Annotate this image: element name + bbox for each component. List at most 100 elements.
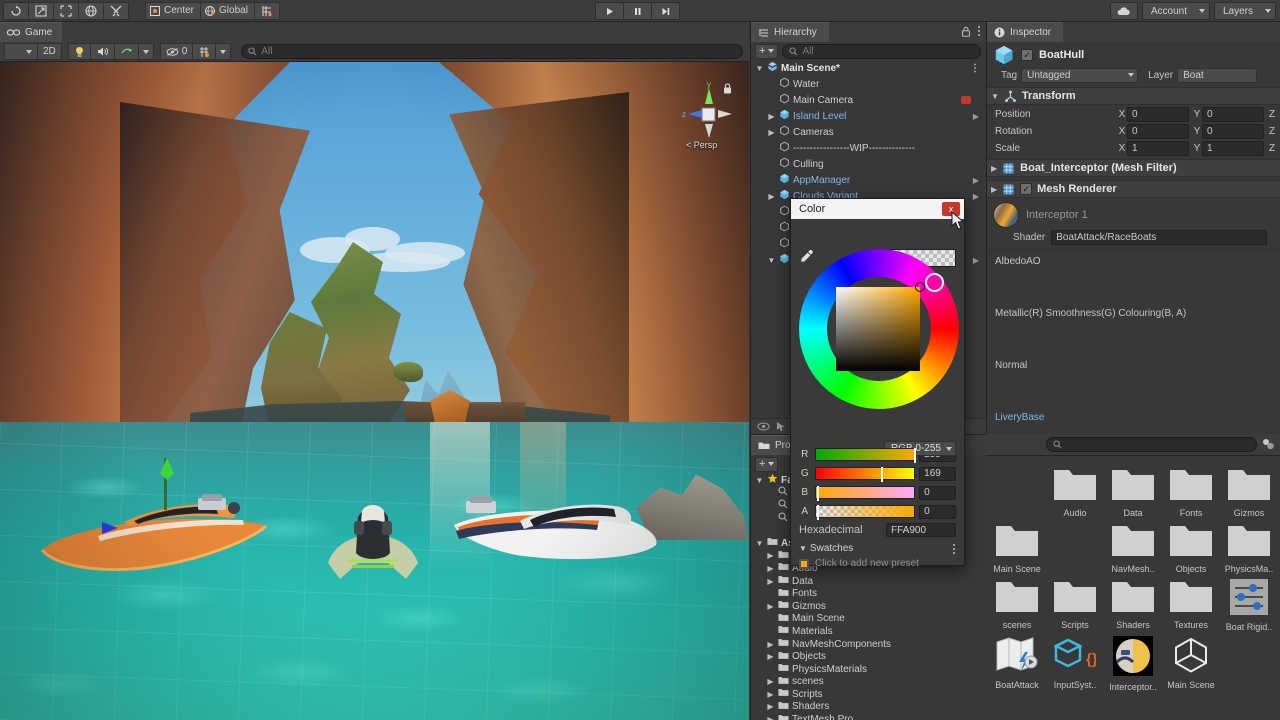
lock-icon[interactable] [722, 82, 733, 95]
foldout-triangle-icon[interactable]: ▼ [767, 256, 776, 265]
project-search-input[interactable] [1046, 437, 1257, 452]
material-property-row[interactable]: Metallic(R) Smoothness(G) Colouring(B, A… [987, 302, 1280, 354]
object-enabled-checkbox[interactable]: ✓ [1021, 49, 1033, 61]
boat-left-orange[interactable] [38, 492, 270, 582]
hierarchy-item[interactable]: ▼ Main Scene* ⋮ [751, 60, 985, 76]
kebab-menu-icon[interactable] [952, 543, 956, 555]
lighting-toggle-icon[interactable] [67, 43, 91, 60]
foldout-triangle-icon[interactable]: ▼ [991, 92, 999, 101]
project-tree-item[interactable]: ▶ Materials [751, 625, 986, 638]
color-picker-titlebar[interactable]: Color x [791, 199, 964, 219]
foldout-triangle-icon[interactable]: ▶ [766, 702, 775, 711]
asset-cell[interactable]: Objects [1162, 522, 1220, 574]
project-add-button[interactable]: + [755, 456, 779, 472]
tab-inspector[interactable]: Inspector [987, 22, 1064, 42]
transform-x-input[interactable]: 1 [1127, 140, 1189, 156]
grid-snap-icon[interactable] [253, 1, 280, 20]
hierarchy-item[interactable]: ▶ -----------------WIP-------------- [751, 140, 985, 156]
sv-selector-handle[interactable] [915, 282, 925, 292]
rotate-tool-icon[interactable] [53, 1, 79, 20]
asset-cell[interactable]: {} InputSyst.. [1046, 636, 1104, 692]
transform-y-input[interactable]: 0 [1202, 123, 1264, 139]
color-wheel-container[interactable] [799, 249, 959, 409]
layers-dropdown[interactable]: Layers [1213, 2, 1276, 20]
meshfilter-component-header[interactable]: ▶ Boat_Interceptor (Mesh Filter) [987, 159, 1280, 177]
pause-button[interactable] [623, 2, 652, 20]
project-tree-item[interactable]: ▶ Gizmos [751, 600, 986, 613]
transform-y-input[interactable]: 0 [1202, 106, 1264, 122]
gizmos-grid-icon[interactable] [192, 43, 217, 60]
channel-slider[interactable] [814, 448, 917, 463]
channel-slider-handle[interactable] [880, 467, 883, 482]
asset-cell[interactable]: Textures [1162, 578, 1220, 632]
hierarchy-item[interactable]: ▶ Main Camera [751, 92, 985, 108]
project-tree-item[interactable]: ▶ Shaders [751, 701, 986, 714]
foldout-triangle-icon[interactable]: ▶ [766, 690, 775, 699]
foldout-triangle-icon[interactable]: ▶ [766, 602, 775, 611]
mode-2d-button[interactable]: 2D [37, 43, 62, 60]
transform-y-input[interactable]: 1 [1202, 140, 1264, 156]
layer-dropdown[interactable]: Boat [1177, 67, 1258, 83]
asset-cell[interactable]: PhysicsMa.. [1220, 522, 1278, 574]
asset-cell[interactable]: scenes [988, 578, 1046, 632]
foldout-triangle-icon[interactable]: ▶ [991, 185, 997, 194]
foldout-triangle-icon[interactable]: ▶ [766, 614, 775, 623]
asset-cell[interactable]: Fonts [1162, 466, 1220, 518]
tab-hierarchy[interactable]: Hierarchy [751, 22, 829, 42]
foldout-triangle-icon[interactable]: ▼ [755, 64, 764, 73]
foldout-triangle-icon[interactable]: ▶ [767, 112, 776, 121]
foldout-triangle-icon[interactable]: ▶ [766, 652, 775, 661]
aspect-dropdown[interactable] [4, 43, 38, 60]
fx-dropdown[interactable] [137, 43, 154, 60]
asset-cell[interactable]: Main Scene [1162, 636, 1220, 692]
foldout-triangle-icon[interactable]: ▶ [766, 677, 775, 686]
channel-slider-handle[interactable] [817, 505, 820, 520]
asset-cell[interactable]: Boat Rigid.. [1220, 578, 1278, 632]
project-tree-item[interactable]: ▶ Scripts [751, 688, 986, 701]
channel-slider-handle[interactable] [914, 448, 917, 463]
lock-icon[interactable] [961, 26, 971, 37]
foldout-triangle-icon[interactable]: ▶ [766, 514, 775, 523]
foldout-triangle-icon[interactable]: ▼ [799, 544, 807, 553]
fx-toggle-icon[interactable] [113, 43, 139, 60]
project-tree-item[interactable]: ▶ NavMeshComponents [751, 638, 986, 651]
move-tool-icon[interactable] [28, 1, 54, 20]
foldout-triangle-icon[interactable]: ▶ [767, 192, 776, 201]
foldout-triangle-icon[interactable]: ▶ [766, 564, 775, 573]
material-property-row[interactable]: Normal [987, 354, 1280, 406]
foldout-triangle-icon[interactable]: ▶ [767, 176, 776, 185]
foldout-triangle-icon[interactable]: ▼ [755, 476, 764, 485]
project-tree-item[interactable]: ▶ Data [751, 575, 986, 588]
game-view-search-input[interactable]: All [241, 44, 743, 59]
tab-game[interactable]: Game [0, 22, 63, 42]
boat-right-white[interactable] [450, 487, 665, 572]
channel-slider[interactable] [814, 486, 916, 501]
foldout-triangle-icon[interactable]: ▶ [767, 208, 776, 217]
boat-center-jetski[interactable] [318, 497, 428, 592]
foldout-triangle-icon[interactable]: ▶ [766, 640, 775, 649]
project-tree-item[interactable]: ▶ PhysicsMaterials [751, 663, 986, 676]
hierarchy-item[interactable]: ▶ AppManager ▶ [751, 172, 985, 188]
hierarchy-item[interactable]: ▶ Island Level ▶ [751, 108, 985, 124]
project-tree-item[interactable]: ▶ Fonts [751, 587, 986, 600]
prefab-open-arrow-icon[interactable]: ▶ [973, 176, 979, 185]
channel-value-input[interactable]: 169 [919, 466, 956, 481]
project-tree-item[interactable]: ▶ Objects [751, 650, 986, 663]
foldout-triangle-icon[interactable]: ▶ [766, 627, 775, 636]
kebab-menu-icon[interactable]: ⋮ [970, 63, 980, 74]
channel-slider[interactable] [814, 467, 916, 482]
foldout-triangle-icon[interactable]: ▶ [766, 589, 775, 598]
foldout-triangle-icon[interactable]: ▼ [755, 539, 764, 548]
object-name[interactable]: BoatHull [1039, 49, 1084, 61]
transform-component-header[interactable]: ▼ Transform [987, 87, 1280, 105]
transform-x-input[interactable]: 0 [1127, 123, 1189, 139]
foldout-triangle-icon[interactable]: ▶ [767, 128, 776, 137]
material-property-row[interactable]: AlbedoAO [987, 250, 1280, 302]
hierarchy-add-button[interactable]: + [755, 43, 779, 59]
saturation-value-square[interactable] [836, 282, 925, 371]
foldout-triangle-icon[interactable]: ▶ [766, 715, 775, 720]
foldout-triangle-icon[interactable]: ▶ [767, 224, 776, 233]
gizmos-dropdown[interactable] [215, 43, 232, 60]
foldout-triangle-icon[interactable]: ▶ [767, 240, 776, 249]
foldout-triangle-icon[interactable]: ▶ [766, 501, 775, 510]
